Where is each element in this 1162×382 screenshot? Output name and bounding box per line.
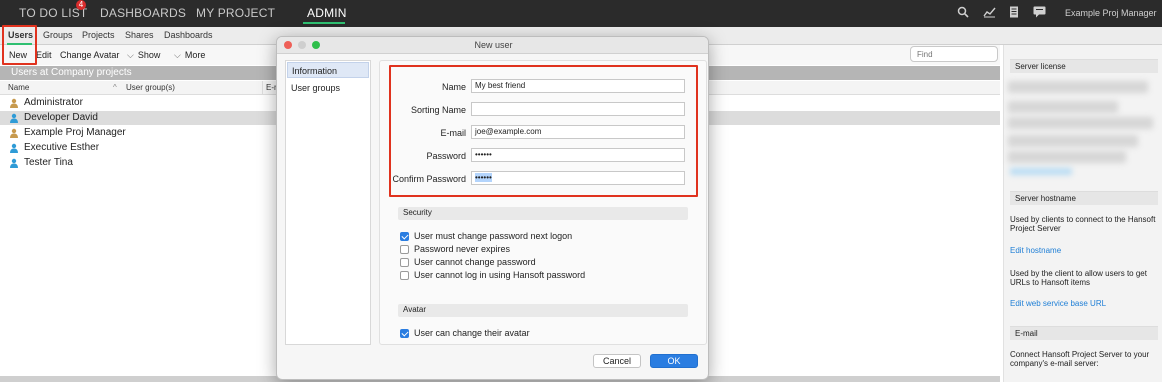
email-header: E-mail: [1010, 326, 1158, 340]
column-name[interactable]: Name: [8, 83, 29, 92]
redacted-license-line: [1008, 151, 1126, 163]
server-license-title: Server license: [1015, 62, 1066, 71]
dialog-title: New user: [474, 40, 513, 50]
security-header: Security: [398, 207, 688, 220]
avatar-title: Avatar: [403, 305, 426, 314]
new-user-dialog: New user Information User groups Name My…: [276, 36, 709, 380]
user-name: Developer David: [24, 112, 98, 123]
ok-button[interactable]: OK: [650, 354, 698, 368]
top-navigation-bar: TO DO LIST 4 DASHBOARDS MY PROJECT ADMIN…: [0, 0, 1162, 27]
tab-shares[interactable]: Shares: [125, 30, 154, 40]
edit-web-service-url-link[interactable]: Edit web service base URL: [1010, 299, 1106, 308]
user-icon: [9, 113, 19, 123]
tab-projects[interactable]: Projects: [82, 30, 115, 40]
redacted-license-line: [1008, 81, 1148, 93]
show-label: Show: [137, 50, 161, 60]
user-name: Example Proj Manager: [24, 127, 126, 138]
redacted-license-line: [1008, 117, 1153, 129]
server-info-sidebar: Server license Server hostname Used by c…: [1003, 45, 1162, 382]
user-icon: [9, 158, 19, 168]
option-label: User cannot change password: [414, 257, 536, 267]
chevron-down-icon: ⌵: [127, 50, 134, 60]
checkbox[interactable]: [400, 329, 409, 338]
dialog-titlebar[interactable]: New user: [277, 37, 708, 54]
column-separator: [262, 81, 263, 95]
more-label: More: [184, 50, 206, 60]
redacted-license-link: [1010, 168, 1072, 175]
user-icon: [9, 98, 19, 108]
checkbox[interactable]: [400, 245, 409, 254]
server-hostname-header: Server hostname: [1010, 191, 1158, 205]
nav-information[interactable]: Information: [287, 62, 369, 78]
server-hostname-title: Server hostname: [1015, 194, 1076, 203]
highlight-user-fields: [389, 65, 698, 197]
user-name: Administrator: [24, 97, 83, 108]
option-label: User cannot log in using Hansoft passwor…: [414, 270, 586, 280]
user-icon: [9, 128, 19, 138]
avatar-header: Avatar: [398, 304, 688, 317]
chat-icon[interactable]: [1032, 6, 1046, 20]
find-input[interactable]: [910, 46, 998, 62]
edit-button[interactable]: Edit: [36, 50, 52, 60]
nav-admin[interactable]: ADMIN: [307, 6, 347, 20]
email-description: Connect Hansoft Project Server to your c…: [1010, 350, 1150, 368]
section-title: Users at Company projects: [11, 67, 132, 78]
web-service-description: Used by the client to allow users to get…: [1010, 269, 1147, 287]
nav-dashboards[interactable]: DASHBOARDS: [100, 6, 186, 20]
chart-icon[interactable]: [982, 6, 996, 20]
checkbox[interactable]: [400, 271, 409, 280]
current-user-name[interactable]: Example Proj Manager: [1065, 8, 1157, 18]
option-label: User must change password next logon: [414, 231, 573, 241]
show-dropdown[interactable]: ⌵ Show: [127, 50, 160, 61]
security-title: Security: [403, 208, 432, 217]
checkbox[interactable]: [400, 258, 409, 267]
highlight-users-new: [2, 25, 37, 65]
option-label: Password never expires: [414, 244, 511, 254]
email-title: E-mail: [1015, 329, 1038, 338]
tab-dashboards[interactable]: Dashboards: [164, 30, 213, 40]
checkbox[interactable]: [400, 232, 409, 241]
tab-groups[interactable]: Groups: [43, 30, 73, 40]
option-label: User can change their avatar: [414, 328, 530, 338]
nav-my-project[interactable]: MY PROJECT: [196, 6, 275, 20]
sort-up-icon: ^: [113, 83, 117, 92]
cancel-button[interactable]: Cancel: [593, 354, 641, 368]
hostname-description: Used by clients to connect to the Hansof…: [1010, 215, 1156, 233]
redacted-license-line: [1008, 135, 1138, 147]
active-nav-underline: [303, 22, 345, 24]
server-license-header: Server license: [1010, 59, 1158, 73]
column-user-groups[interactable]: User group(s): [126, 83, 175, 92]
chevron-down-icon: ⌵: [174, 50, 181, 60]
document-icon[interactable]: [1007, 6, 1021, 20]
information-panel: Name My best friend Sorting Name E-mail …: [379, 60, 707, 345]
nav-user-groups[interactable]: User groups: [287, 80, 369, 96]
user-icon: [9, 143, 19, 153]
edit-hostname-link[interactable]: Edit hostname: [1010, 246, 1061, 255]
change-avatar-button[interactable]: Change Avatar: [60, 50, 119, 60]
search-icon[interactable]: [956, 6, 970, 20]
notification-badge: 4: [76, 0, 86, 10]
user-name: Tester Tina: [24, 157, 73, 168]
user-name: Executive Esther: [24, 142, 100, 153]
dialog-nav: Information User groups: [285, 60, 371, 345]
redacted-license-line: [1008, 101, 1118, 113]
more-dropdown[interactable]: ⌵ More: [174, 50, 205, 61]
